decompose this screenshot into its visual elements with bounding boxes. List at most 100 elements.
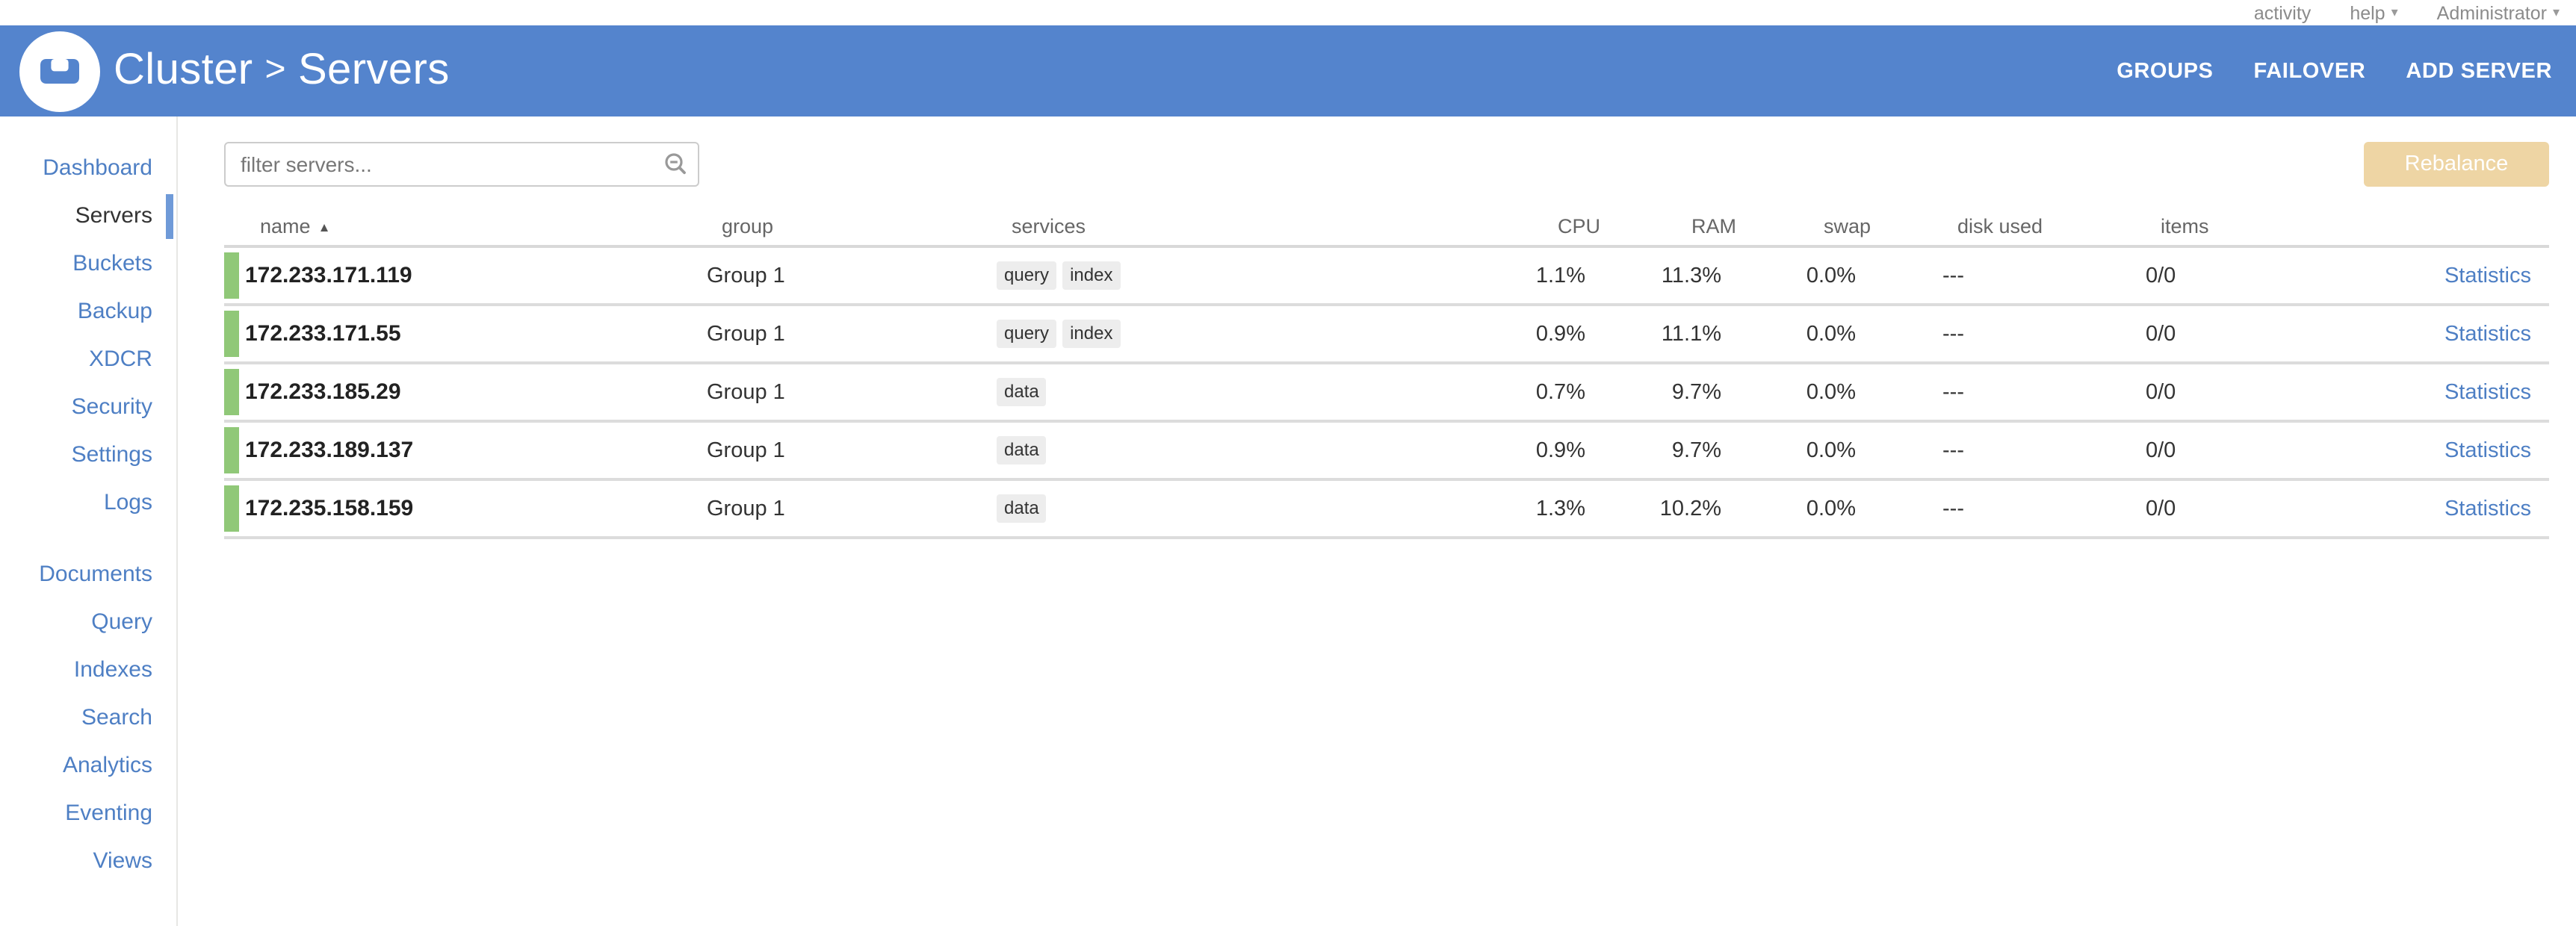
sidebar-item-security[interactable]: Security [0, 384, 176, 432]
column-header-name[interactable]: name▲ [239, 214, 722, 237]
topbar-link-activity[interactable]: activity [2254, 2, 2311, 23]
column-header-services[interactable]: services [1012, 214, 1385, 237]
server-items-value: 0/0 [2146, 497, 2370, 521]
page-title: Cluster > Servers [114, 46, 450, 96]
column-header-ram[interactable]: RAM [1600, 214, 1736, 237]
column-header-cpu[interactable]: CPU [1385, 214, 1600, 237]
server-status-bar [224, 485, 239, 532]
server-swap-value: 0.0% [1721, 264, 1856, 288]
main-content: Rebalance name▲ group services CPU RAM s… [179, 116, 2576, 926]
server-disk-used-value: --- [1856, 322, 2146, 346]
column-header-items[interactable]: items [2161, 214, 2385, 237]
statistics-link[interactable]: Statistics [2445, 264, 2531, 288]
sidebar-item-views[interactable]: Views [0, 838, 176, 886]
filter-container [224, 142, 699, 187]
sidebar-item-settings[interactable]: Settings [0, 432, 176, 479]
server-name: 172.233.171.55 [224, 321, 707, 347]
server-cpu-value: 1.1% [1370, 264, 1585, 288]
server-disk-used-value: --- [1856, 264, 2146, 288]
server-statistics-cell: Statistics [2370, 322, 2549, 346]
topbar: activity help ▾ Administrator ▾ [0, 0, 2576, 25]
server-statistics-cell: Statistics [2370, 438, 2549, 462]
statistics-link[interactable]: Statistics [2445, 497, 2531, 521]
server-cpu-value: 1.3% [1370, 497, 1585, 521]
sidebar-group-data: Documents Query Indexes Search Analytics… [0, 551, 176, 886]
server-group: Group 1 [707, 264, 997, 288]
topbar-menu-administrator[interactable]: Administrator ▾ [2437, 2, 2560, 23]
service-badge: data [997, 437, 1047, 464]
breadcrumb-section: Servers [298, 46, 450, 96]
service-badge: data [997, 495, 1047, 523]
chevron-right-icon: > [265, 49, 286, 90]
rebalance-button[interactable]: Rebalance [2364, 142, 2549, 187]
header-actions: GROUPS FAILOVER ADD SERVER [2117, 59, 2552, 83]
sidebar-item-analytics[interactable]: Analytics [0, 742, 176, 790]
filter-servers-input[interactable] [224, 142, 699, 187]
server-disk-used-value: --- [1856, 438, 2146, 462]
column-header-swap[interactable]: swap [1736, 214, 1871, 237]
chevron-down-icon: ▾ [2553, 4, 2560, 21]
failover-button[interactable]: FAILOVER [2254, 59, 2366, 83]
sidebar-item-logs[interactable]: Logs [0, 479, 176, 527]
service-badge: query [997, 262, 1056, 290]
topbar-menu-help[interactable]: help ▾ [2350, 2, 2397, 23]
sidebar-item-indexes[interactable]: Indexes [0, 647, 176, 694]
server-row[interactable]: 172.233.185.29 Group 1 data 0.7% 9.7% 0.… [224, 364, 2549, 423]
chevron-down-icon: ▾ [2391, 4, 2398, 21]
sidebar-item-query[interactable]: Query [0, 599, 176, 647]
server-swap-value: 0.0% [1721, 380, 1856, 404]
server-name: 172.233.171.119 [224, 263, 707, 288]
statistics-link[interactable]: Statistics [2445, 322, 2531, 346]
service-badge: index [1062, 262, 1120, 290]
sidebar-item-servers[interactable]: Servers [0, 193, 176, 240]
server-items-value: 0/0 [2146, 438, 2370, 462]
server-cpu-value: 0.7% [1370, 380, 1585, 404]
sidebar-item-dashboard[interactable]: Dashboard [0, 145, 176, 193]
groups-button[interactable]: GROUPS [2117, 59, 2213, 83]
couchbase-logo-icon [19, 31, 100, 111]
server-services: data [997, 495, 1370, 523]
server-ram-value: 9.7% [1585, 380, 1721, 404]
server-row[interactable]: 172.233.171.119 Group 1 queryindex 1.1% … [224, 248, 2549, 306]
server-swap-value: 0.0% [1721, 322, 1856, 346]
server-services: data [997, 437, 1370, 464]
server-group: Group 1 [707, 380, 997, 404]
server-items-value: 0/0 [2146, 322, 2370, 346]
server-ram-value: 10.2% [1585, 497, 1721, 521]
sort-ascending-icon: ▲ [318, 219, 331, 234]
server-disk-used-value: --- [1856, 497, 2146, 521]
server-statistics-cell: Statistics [2370, 264, 2549, 288]
sidebar-item-backup[interactable]: Backup [0, 288, 176, 336]
add-server-button[interactable]: ADD SERVER [2406, 59, 2552, 83]
server-services: data [997, 379, 1370, 406]
server-name: 172.235.158.159 [224, 496, 707, 521]
server-row[interactable]: 172.233.189.137 Group 1 data 0.9% 9.7% 0… [224, 423, 2549, 481]
server-status-bar [224, 252, 239, 299]
server-ram-value: 11.1% [1585, 322, 1721, 346]
couchbase-admin-app: activity help ▾ Administrator ▾ Cluster … [0, 0, 2576, 926]
sidebar-item-search[interactable]: Search [0, 694, 176, 742]
sidebar-item-eventing[interactable]: Eventing [0, 790, 176, 838]
server-row[interactable]: 172.233.171.55 Group 1 queryindex 0.9% 1… [224, 306, 2549, 364]
sidebar-item-buckets[interactable]: Buckets [0, 240, 176, 288]
column-header-group[interactable]: group [722, 214, 1012, 237]
server-services: queryindex [997, 262, 1370, 290]
administrator-label: Administrator [2437, 2, 2547, 23]
server-ram-value: 9.7% [1585, 438, 1721, 462]
server-status-bar [224, 369, 239, 415]
table-body: 172.233.171.119 Group 1 queryindex 1.1% … [224, 248, 2549, 539]
service-badge: query [997, 320, 1056, 348]
server-group: Group 1 [707, 497, 997, 521]
sidebar-item-documents[interactable]: Documents [0, 551, 176, 599]
service-badge: index [1062, 320, 1120, 348]
server-statistics-cell: Statistics [2370, 497, 2549, 521]
service-badge: data [997, 379, 1047, 406]
statistics-link[interactable]: Statistics [2445, 438, 2531, 462]
statistics-link[interactable]: Statistics [2445, 380, 2531, 404]
server-group: Group 1 [707, 322, 997, 346]
breadcrumb-cluster: Cluster [114, 46, 253, 96]
server-row[interactable]: 172.235.158.159 Group 1 data 1.3% 10.2% … [224, 481, 2549, 539]
column-header-disk-used[interactable]: disk used [1871, 214, 2161, 237]
sidebar-item-xdcr[interactable]: XDCR [0, 336, 176, 384]
server-status-bar [224, 311, 239, 357]
